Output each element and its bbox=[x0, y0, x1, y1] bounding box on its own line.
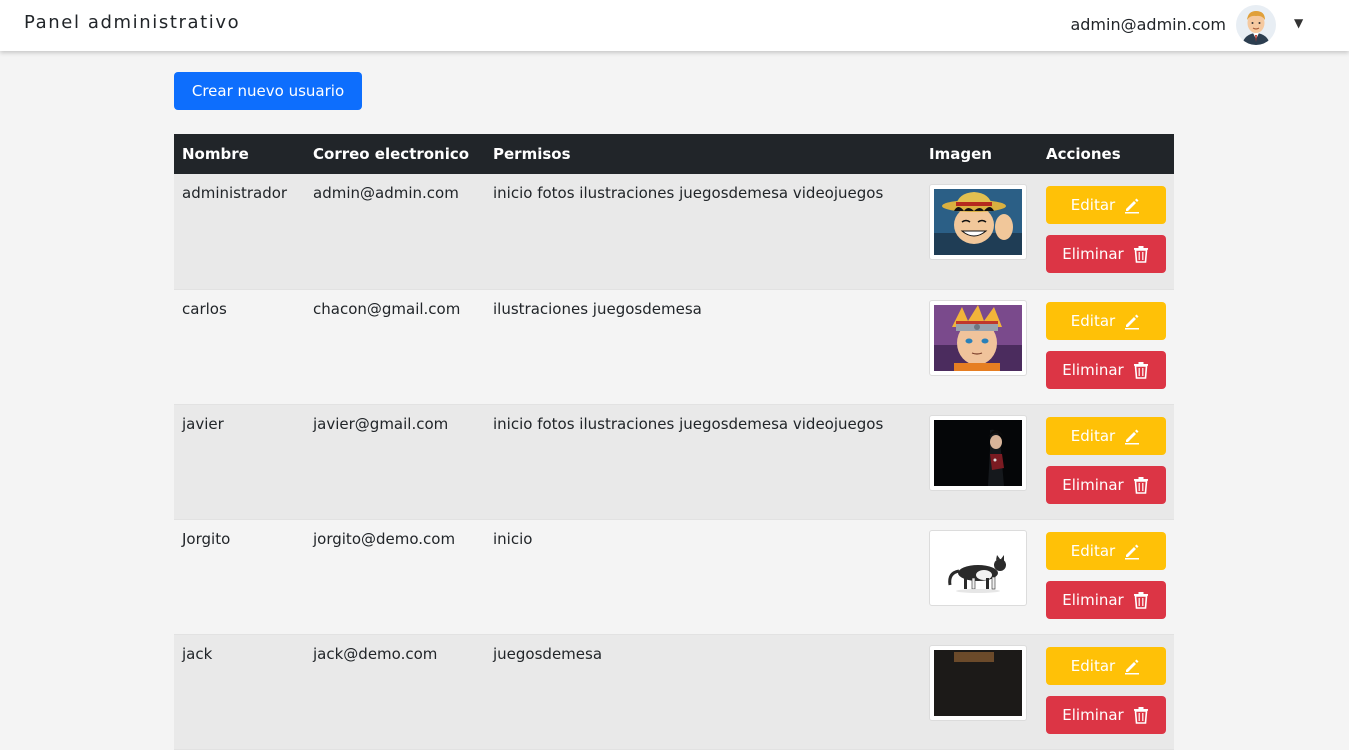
edit-button[interactable]: Editar bbox=[1046, 301, 1166, 340]
users-table: Nombre Correo electronico Permisos Image… bbox=[174, 134, 1174, 750]
delete-label: Eliminar bbox=[1062, 475, 1124, 494]
delete-button[interactable]: Eliminar bbox=[1046, 580, 1166, 619]
user-name: javier bbox=[174, 404, 305, 520]
edit-button[interactable]: Editar bbox=[1046, 646, 1166, 685]
user-email: admin@admin.com bbox=[1070, 15, 1226, 34]
delete-button[interactable]: Eliminar bbox=[1046, 235, 1166, 273]
header-imagen: Imagen bbox=[921, 134, 1038, 174]
user-name: jack bbox=[174, 634, 305, 750]
delete-button[interactable]: Eliminar bbox=[1046, 465, 1166, 504]
navbar: Panel administrativo admin@admin.com ▼ bbox=[0, 0, 1349, 51]
user-name: carlos bbox=[174, 289, 305, 405]
naruto-image bbox=[929, 299, 1027, 376]
table-row: jack jack@demo.com juegosdemesa Editar E… bbox=[174, 634, 1174, 750]
header-nombre: Nombre bbox=[174, 134, 305, 174]
delete-label: Eliminar bbox=[1062, 360, 1124, 379]
user-email-cell: chacon@gmail.com bbox=[305, 289, 485, 405]
avatar-icon[interactable] bbox=[1236, 5, 1276, 45]
user-permissions: inicio fotos ilustraciones juegosdemesa … bbox=[485, 404, 921, 520]
delete-button[interactable]: Eliminar bbox=[1046, 695, 1166, 734]
edit-label: Editar bbox=[1070, 541, 1116, 560]
pencil-icon bbox=[1125, 659, 1140, 674]
edit-button[interactable]: Editar bbox=[1046, 531, 1166, 570]
trash-icon bbox=[1133, 591, 1148, 609]
user-name: administrador bbox=[174, 174, 305, 290]
trash-icon bbox=[1133, 246, 1148, 263]
delete-button[interactable]: Eliminar bbox=[1046, 350, 1166, 389]
header-correo: Correo electronico bbox=[305, 134, 485, 174]
user-email-cell: javier@gmail.com bbox=[305, 404, 485, 520]
pencil-icon bbox=[1125, 198, 1140, 214]
edit-label: Editar bbox=[1070, 196, 1116, 214]
edit-label: Editar bbox=[1070, 656, 1116, 675]
table-row: administrador admin@admin.com inicio fot… bbox=[174, 174, 1174, 290]
table-row: Jorgito jorgito@demo.com inicio Editar E… bbox=[174, 519, 1174, 635]
user-email-cell: admin@admin.com bbox=[305, 174, 485, 290]
trash-icon bbox=[1133, 706, 1148, 724]
brand-title[interactable]: Panel administrativo bbox=[24, 12, 240, 33]
user-email-cell: jack@demo.com bbox=[305, 634, 485, 750]
table-header-row: Nombre Correo electronico Permisos Image… bbox=[174, 134, 1174, 174]
edit-label: Editar bbox=[1070, 426, 1116, 445]
create-user-button[interactable]: Crear nuevo usuario bbox=[174, 72, 362, 110]
trash-icon bbox=[1133, 361, 1148, 379]
user-menu-caret[interactable]: ▼ bbox=[1294, 16, 1303, 30]
pencil-icon bbox=[1125, 544, 1140, 559]
delete-label: Eliminar bbox=[1062, 705, 1124, 724]
dark-image bbox=[929, 644, 1027, 721]
cat-image bbox=[929, 529, 1027, 606]
itachi-image bbox=[929, 414, 1027, 491]
table-row: javier javier@gmail.com inicio fotos ilu… bbox=[174, 404, 1174, 520]
trash-icon bbox=[1133, 476, 1148, 494]
pencil-icon bbox=[1125, 314, 1140, 329]
edit-button[interactable]: Editar bbox=[1046, 186, 1166, 224]
delete-label: Eliminar bbox=[1062, 590, 1124, 609]
delete-label: Eliminar bbox=[1062, 245, 1124, 263]
user-permissions: juegosdemesa bbox=[485, 634, 921, 750]
luffy-image bbox=[929, 184, 1027, 260]
header-permisos: Permisos bbox=[485, 134, 921, 174]
user-permissions: ilustraciones juegosdemesa bbox=[485, 289, 921, 405]
edit-label: Editar bbox=[1070, 311, 1116, 330]
table-row: carlos chacon@gmail.com ilustraciones ju… bbox=[174, 289, 1174, 405]
user-name: Jorgito bbox=[174, 519, 305, 635]
user-permissions: inicio bbox=[485, 519, 921, 635]
pencil-icon bbox=[1125, 429, 1140, 444]
header-acciones: Acciones bbox=[1038, 134, 1174, 174]
user-permissions: inicio fotos ilustraciones juegosdemesa … bbox=[485, 174, 921, 290]
edit-button[interactable]: Editar bbox=[1046, 416, 1166, 455]
user-email-cell: jorgito@demo.com bbox=[305, 519, 485, 635]
